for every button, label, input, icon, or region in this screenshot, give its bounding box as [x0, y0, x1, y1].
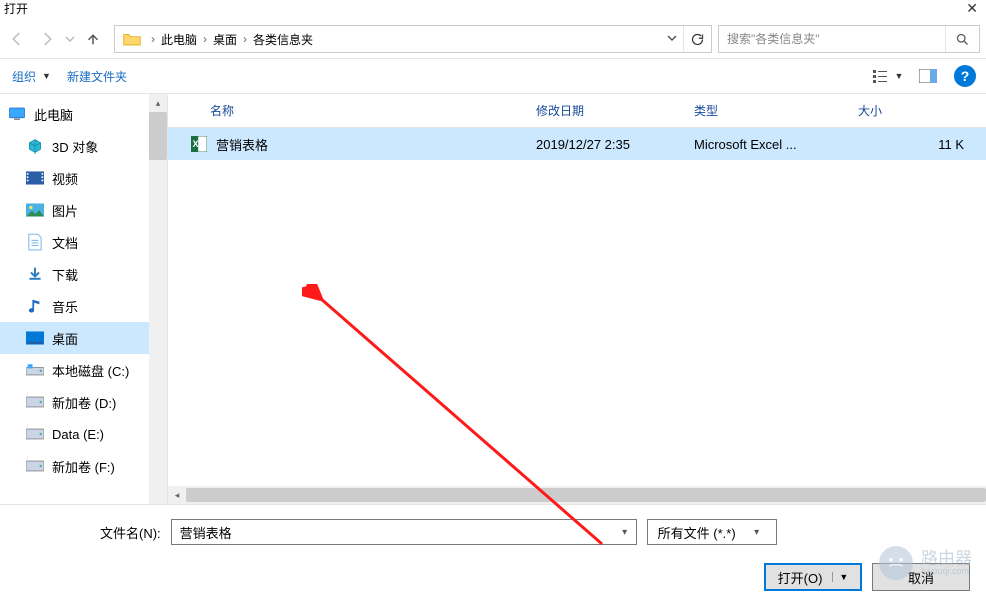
- address-bar[interactable]: › 此电脑 › 桌面 › 各类信息夹: [114, 25, 712, 53]
- tree-item-download[interactable]: 下载: [0, 258, 167, 290]
- watermark: 路由器 luyouqi.com: [879, 546, 972, 580]
- search-input[interactable]: [719, 32, 945, 46]
- svg-text:X: X: [193, 139, 199, 149]
- document-icon: [24, 233, 46, 251]
- main-area: 此电脑 3D 对象视频图片文档下载音乐桌面本地磁盘 (C:) 新加卷 (D:) Dat…: [0, 94, 986, 504]
- view-options-button[interactable]: ▼: [870, 62, 906, 90]
- preview-pane-button[interactable]: [910, 62, 946, 90]
- file-list: 名称 修改日期 类型 大小 X 营销表格 2019/12/27 2:35Micros…: [168, 94, 986, 504]
- help-button[interactable]: ?: [954, 65, 976, 87]
- file-size: 11 K: [846, 137, 986, 152]
- chevron-down-icon: ▼: [42, 71, 51, 81]
- filename-label: 文件名(N):: [100, 523, 161, 542]
- disk-c-icon: [24, 361, 46, 379]
- music-icon: [24, 297, 46, 315]
- tree-item-label: 文档: [52, 233, 78, 252]
- excel-icon: X: [190, 135, 208, 153]
- nav-bar: › 此电脑 › 桌面 › 各类信息夹: [0, 20, 986, 58]
- breadcrumb-folder[interactable]: 各类信息夹: [249, 31, 317, 48]
- file-date: 2019/12/27 2:35: [524, 137, 682, 152]
- scrollbar-thumb[interactable]: [149, 112, 167, 160]
- horizontal-scrollbar[interactable]: ◂: [168, 486, 986, 504]
- window-title: 打开: [4, 0, 28, 17]
- pc-icon: [6, 105, 28, 123]
- filename-input[interactable]: [172, 525, 614, 540]
- tree-item-label: Data (E:): [52, 427, 104, 442]
- sidebar: 此电脑 3D 对象视频图片文档下载音乐桌面本地磁盘 (C:) 新加卷 (D:) Dat…: [0, 94, 167, 504]
- tree-item-disk-c[interactable]: 本地磁盘 (C:): [0, 354, 167, 386]
- tree-item-video[interactable]: 视频: [0, 162, 167, 194]
- file-name: 营销表格: [216, 135, 268, 154]
- open-split-dropdown[interactable]: ▼: [832, 572, 848, 582]
- tree-item-pc[interactable]: 此电脑: [0, 98, 167, 130]
- tree-item-disk[interactable]: 新加卷 (D:): [0, 386, 167, 418]
- organize-button[interactable]: 组织 ▼: [4, 64, 59, 89]
- recent-dropdown[interactable]: [62, 24, 78, 54]
- tree-item-label: 图片: [52, 201, 78, 220]
- open-button[interactable]: 打开(O) ▼: [764, 563, 862, 591]
- column-headers: 名称 修改日期 类型 大小: [168, 94, 986, 128]
- 3d-icon: [24, 137, 46, 155]
- disk-icon: [24, 457, 46, 475]
- chevron-right-icon[interactable]: ›: [241, 32, 249, 46]
- tree-item-label: 新加卷 (D:): [52, 393, 116, 412]
- file-type: Microsoft Excel ...: [682, 137, 846, 152]
- close-button[interactable]: ✕: [958, 0, 986, 17]
- filetype-dropdown[interactable]: 所有文件 (*.*) ▾: [647, 519, 777, 545]
- disk-icon: [24, 393, 46, 411]
- chevron-down-icon: ▾: [746, 527, 768, 538]
- bottom-bar: 文件名(N): ▾ 所有文件 (*.*) ▾ 打开(O) ▼ 取消: [0, 504, 986, 591]
- tree-item-label: 3D 对象: [52, 137, 98, 156]
- tree-item-picture[interactable]: 图片: [0, 194, 167, 226]
- chevron-right-icon[interactable]: ›: [201, 32, 209, 46]
- video-icon: [24, 169, 46, 187]
- tree-item-label: 本地磁盘 (C:): [52, 361, 129, 380]
- address-dropdown[interactable]: [661, 32, 683, 46]
- up-button[interactable]: [78, 24, 108, 54]
- search-button[interactable]: [945, 26, 979, 52]
- new-folder-button[interactable]: 新建文件夹: [59, 64, 135, 89]
- filename-combobox[interactable]: ▾: [171, 519, 637, 545]
- column-name[interactable]: 名称: [168, 94, 524, 127]
- tree-item-label: 音乐: [52, 297, 78, 316]
- tree-item-document[interactable]: 文档: [0, 226, 167, 258]
- chevron-down-icon: ▼: [895, 71, 904, 81]
- chevron-down-icon[interactable]: ▾: [614, 527, 636, 538]
- tree-item-label: 桌面: [52, 329, 78, 348]
- scroll-up-icon[interactable]: ▴: [149, 94, 167, 112]
- scroll-left-icon[interactable]: ◂: [168, 486, 186, 504]
- disk-icon: [24, 425, 46, 443]
- column-date[interactable]: 修改日期: [524, 94, 682, 127]
- tree-item-disk[interactable]: 新加卷 (F:): [0, 450, 167, 482]
- breadcrumb: › 此电脑 › 桌面 › 各类信息夹: [149, 31, 661, 48]
- tree-item-music[interactable]: 音乐: [0, 290, 167, 322]
- tree-item-desktop[interactable]: 桌面: [0, 322, 167, 354]
- scrollbar-thumb[interactable]: [186, 488, 986, 502]
- tree-item-label: 此电脑: [34, 105, 73, 124]
- sidebar-scrollbar[interactable]: ▴: [149, 94, 167, 504]
- refresh-button[interactable]: [683, 26, 711, 52]
- tree-item-label: 视频: [52, 169, 78, 188]
- title-bar: 打开 ✕: [0, 0, 986, 20]
- breadcrumb-desktop[interactable]: 桌面: [209, 31, 241, 48]
- breadcrumb-pc[interactable]: 此电脑: [157, 31, 201, 48]
- tree-item-label: 新加卷 (F:): [52, 457, 115, 476]
- tree-item-label: 下载: [52, 265, 78, 284]
- chevron-right-icon[interactable]: ›: [149, 32, 157, 46]
- download-icon: [24, 265, 46, 283]
- file-row[interactable]: X 营销表格 2019/12/27 2:35Microsoft Excel ...1…: [168, 128, 986, 160]
- tree-item-disk[interactable]: Data (E:): [0, 418, 167, 450]
- desktop-icon: [24, 329, 46, 347]
- column-size[interactable]: 大小: [846, 94, 986, 127]
- search-bar[interactable]: [718, 25, 980, 53]
- column-type[interactable]: 类型: [682, 94, 846, 127]
- watermark-icon: [879, 546, 913, 580]
- tree-item-3d[interactable]: 3D 对象: [0, 130, 167, 162]
- back-button[interactable]: [2, 24, 32, 54]
- toolbar: 组织 ▼ 新建文件夹 ▼ ?: [0, 58, 986, 94]
- forward-button[interactable]: [32, 24, 62, 54]
- folder-icon: [121, 29, 143, 49]
- picture-icon: [24, 201, 46, 219]
